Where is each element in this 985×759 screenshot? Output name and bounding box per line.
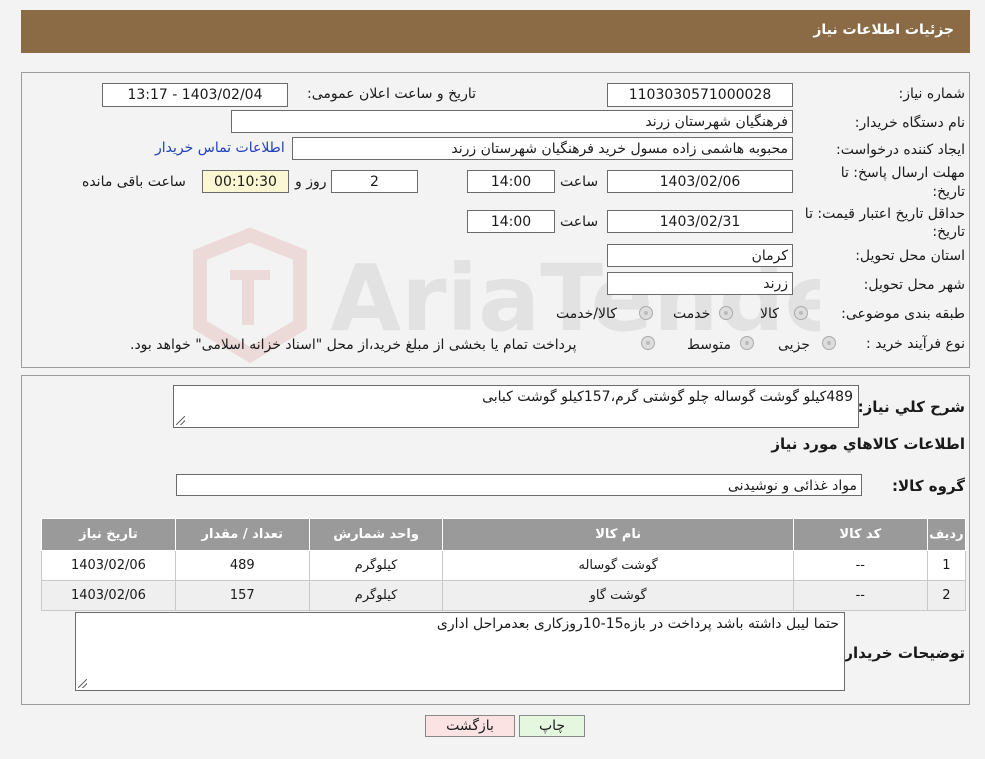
cell-unit: کیلوگرم (308, 550, 444, 581)
buyer-org-field: فرهنگیان شهرستان زرند (231, 110, 793, 133)
goods-info-title: اطلاعات کالاهاي مورد نياز (771, 435, 965, 453)
process-radio-minor[interactable] (822, 336, 836, 350)
cell-name: گوشت گوساله (442, 550, 794, 581)
announce-label: تاریخ و ساعت اعلان عمومی: (307, 86, 476, 102)
table-row: 1 -- گوشت گوساله کیلوگرم 489 1403/02/06 (41, 550, 967, 581)
cell-row: 1 (926, 550, 967, 581)
buyer-org-label: نام دستگاه خریدار: (854, 115, 965, 131)
category-option-service: خدمت (673, 306, 711, 322)
category-label: طبقه بندی موضوعی: (841, 306, 965, 322)
goods-group-label: گروه کالا: (892, 477, 965, 495)
table-header-row: ردیف کد کالا نام کالا واحد شمارش تعداد /… (41, 518, 967, 551)
cell-code: -- (792, 580, 928, 611)
category-radio-goods-service[interactable] (639, 306, 653, 320)
buyer-notes-textarea[interactable]: حتما لیبل داشته باشد پرداخت در بازه15-10… (75, 612, 845, 691)
validity-time-label: ساعت (560, 214, 599, 230)
process-option-minor: جزیی (778, 337, 810, 353)
deadline-label: مهلت ارسال پاسخ: تا (840, 165, 965, 181)
cell-row: 2 (926, 580, 967, 611)
description-label: شرح کلي نياز: (857, 398, 965, 416)
days-label: روز و (295, 174, 327, 190)
city-field: زرند (607, 272, 793, 295)
validity-date-field: 1403/02/31 (607, 210, 793, 233)
city-label: شهر محل تحویل: (863, 277, 965, 293)
col-row: ردیف (926, 518, 967, 551)
category-option-goods-service: کالا/خدمت (556, 306, 617, 322)
goods-group-field: مواد غذائی و نوشیدنی (176, 474, 862, 496)
items-table: ردیف کد کالا نام کالا واحد شمارش تعداد /… (41, 518, 967, 611)
process-label: نوع فرآیند خرید : (866, 336, 965, 352)
buyer-contact-link[interactable]: اطلاعات تماس خریدار (155, 140, 285, 156)
process-note: پرداخت تمام یا بخشی از مبلغ خرید،از محل … (130, 337, 577, 353)
buyer-notes-text: حتما لیبل داشته باشد پرداخت در بازه15-10… (436, 616, 839, 632)
validity-time-field: 14:00 (467, 210, 555, 233)
validity-label-date: تاریخ: (932, 224, 965, 240)
process-checkbox-treasury[interactable] (641, 336, 655, 350)
description-textarea[interactable]: 489کیلو گوشت گوساله چلو گوشتی گرم،157کیل… (173, 385, 859, 428)
province-field: کرمان (607, 244, 793, 267)
description-text: 489کیلو گوشت گوساله چلو گوشتی گرم،157کیل… (482, 389, 853, 405)
cell-unit: کیلوگرم (308, 580, 444, 611)
cell-date: 1403/02/06 (41, 550, 176, 581)
col-code: کد کالا (792, 518, 928, 551)
col-quantity: تعداد / مقدار (174, 518, 310, 551)
col-unit: واحد شمارش (308, 518, 444, 551)
col-date: تاریخ نیاز (41, 518, 176, 551)
col-name: نام کالا (442, 518, 794, 551)
need-number-label: شماره نیاز: (898, 86, 966, 102)
resize-grip-icon[interactable] (176, 416, 185, 425)
days-field: 2 (331, 170, 418, 193)
cell-name: گوشت گاو (442, 580, 794, 611)
validity-label: حداقل تاریخ اعتبار قیمت: تا (804, 206, 965, 222)
deadline-date-field: 1403/02/06 (607, 170, 793, 193)
requester-label: ایجاد کننده درخواست: (836, 142, 965, 158)
remaining-time-field: 00:10:30 (202, 170, 289, 193)
cell-date: 1403/02/06 (41, 580, 176, 611)
announce-field: 1403/02/04 - 13:17 (102, 83, 288, 107)
buyer-notes-label: توضیحات خریدار: (838, 644, 965, 662)
need-number-field: 1103030571000028 (607, 83, 793, 107)
category-radio-service[interactable] (719, 306, 733, 320)
cell-quantity: 489 (174, 550, 310, 581)
page-header: جزئیات اطلاعات نیاز (21, 10, 970, 53)
cell-code: -- (792, 550, 928, 581)
remaining-label: ساعت باقی مانده (82, 174, 186, 190)
requester-field: محبوبه هاشمی زاده مسول خرید فرهنگیان شهر… (292, 137, 793, 160)
deadline-time-label: ساعت (560, 174, 599, 190)
cell-quantity: 157 (174, 580, 310, 611)
page-title: جزئیات اطلاعات نیاز (813, 22, 954, 38)
resize-grip-icon[interactable] (78, 679, 87, 688)
category-radio-goods[interactable] (794, 306, 808, 320)
process-radio-medium[interactable] (740, 336, 754, 350)
table-row: 2 -- گوشت گاو کیلوگرم 157 1403/02/06 (41, 580, 967, 611)
back-button[interactable]: بازگشت (425, 715, 515, 737)
deadline-time-field: 14:00 (467, 170, 555, 193)
category-option-goods: کالا (760, 306, 779, 322)
deadline-label-date: تاریخ: (932, 184, 965, 200)
process-option-medium: متوسط (687, 337, 731, 353)
province-label: استان محل تحویل: (855, 248, 965, 264)
print-button[interactable]: چاپ (519, 715, 585, 737)
